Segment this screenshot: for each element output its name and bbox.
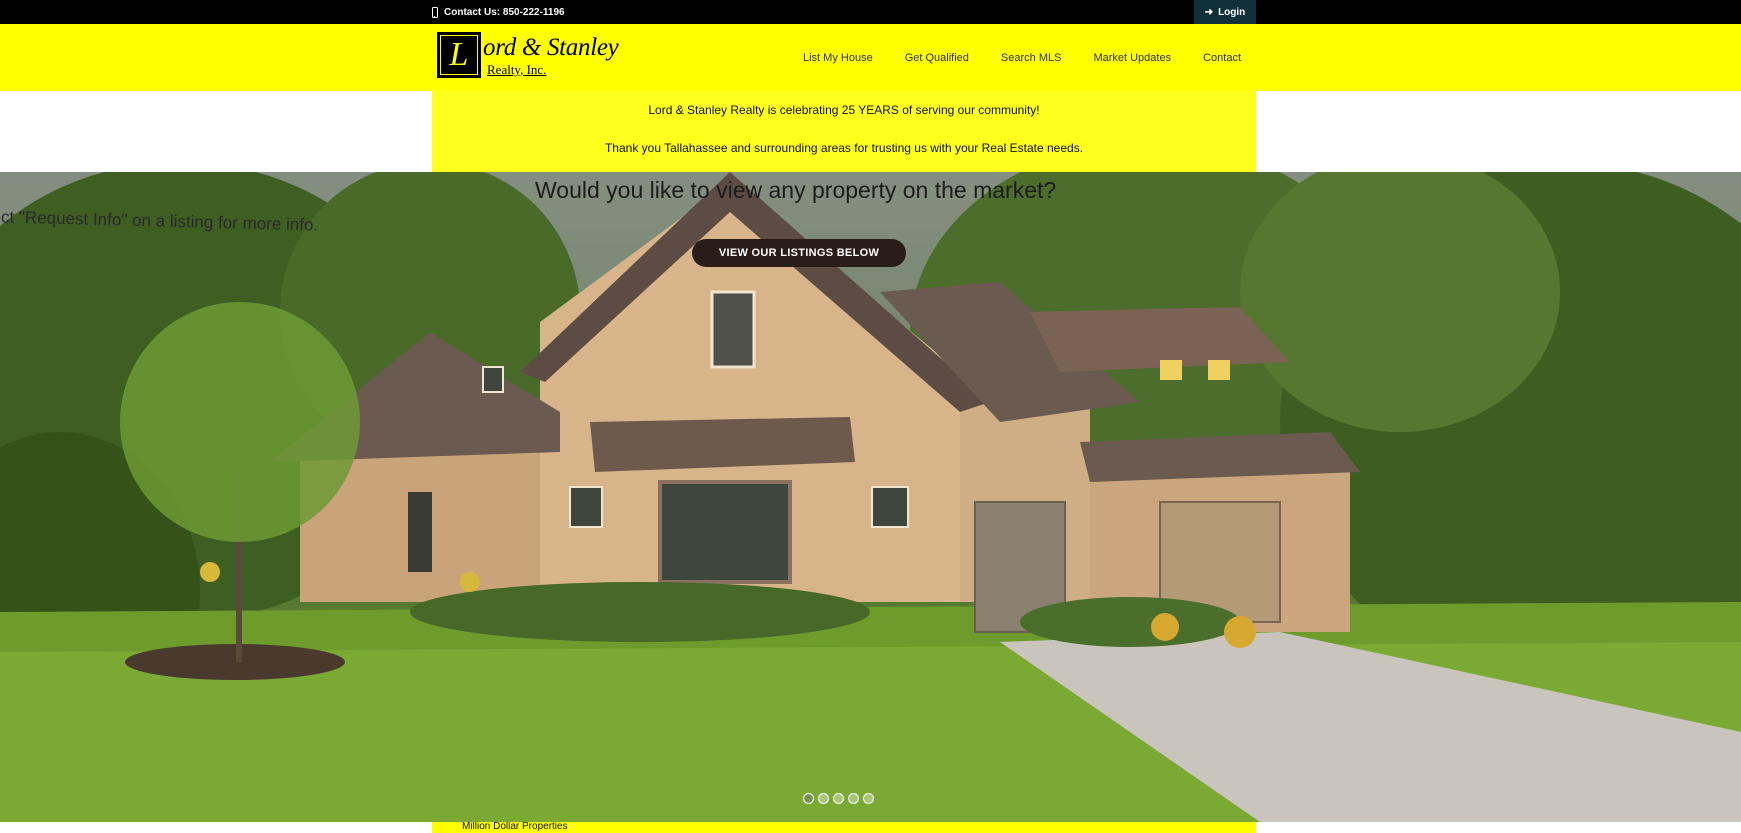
million-dollar-section: Million Dollar Properties (432, 822, 1256, 833)
million-dollar-label: Million Dollar Properties (462, 822, 568, 832)
announcement-line-1: Lord & Stanley Realty is celebrating 25 … (648, 103, 1040, 117)
logo-initial: L (440, 35, 478, 75)
hero-heading: Would you like to view any property on t… (535, 177, 1057, 203)
nav-market-updates[interactable]: Market Updates (1093, 52, 1171, 64)
nav-get-qualified[interactable]: Get Qualified (905, 52, 969, 64)
logo-name: ord & Stanley (483, 34, 619, 61)
hero-slider: Would you like to view any property on t… (0, 172, 1741, 822)
main-nav: List My House Get Qualified Search MLS M… (803, 24, 1241, 91)
site-header: L ord & Stanley Realty, Inc. List My Hou… (0, 24, 1741, 91)
nav-contact[interactable]: Contact (1203, 52, 1241, 64)
top-bar: Contact Us: 850-222-1196 ➜ Login (0, 0, 1741, 24)
contact-us-link[interactable]: Contact Us: 850-222-1196 (432, 0, 565, 24)
nav-list-my-house[interactable]: List My House (803, 52, 873, 64)
login-icon: ➜ (1204, 6, 1214, 18)
nav-search-mls[interactable]: Search MLS (1001, 52, 1062, 64)
login-button[interactable]: ➜ Login (1194, 0, 1256, 24)
slider-dot-3[interactable] (833, 793, 844, 804)
slider-dot-1[interactable] (803, 793, 814, 804)
login-label: Login (1218, 6, 1246, 18)
hero-house-image (0, 172, 1741, 822)
slider-dot-5[interactable] (863, 793, 874, 804)
view-listings-button[interactable]: VIEW OUR LISTINGS BELOW (692, 239, 906, 267)
announcement-banner: Lord & Stanley Realty is celebrating 25 … (432, 91, 1256, 172)
announcement-line-2: Thank you Tallahassee and surrounding ar… (604, 141, 1084, 155)
phone-icon (432, 6, 438, 18)
logo-subname: Realty, Inc. (487, 62, 547, 77)
site-logo[interactable]: L ord & Stanley Realty, Inc. (437, 32, 624, 80)
slider-dots (803, 793, 874, 804)
slider-dot-4[interactable] (848, 793, 859, 804)
slider-dot-2[interactable] (818, 793, 829, 804)
contact-label: Contact Us: 850-222-1196 (444, 6, 565, 18)
logo-monogram: L (437, 32, 481, 78)
